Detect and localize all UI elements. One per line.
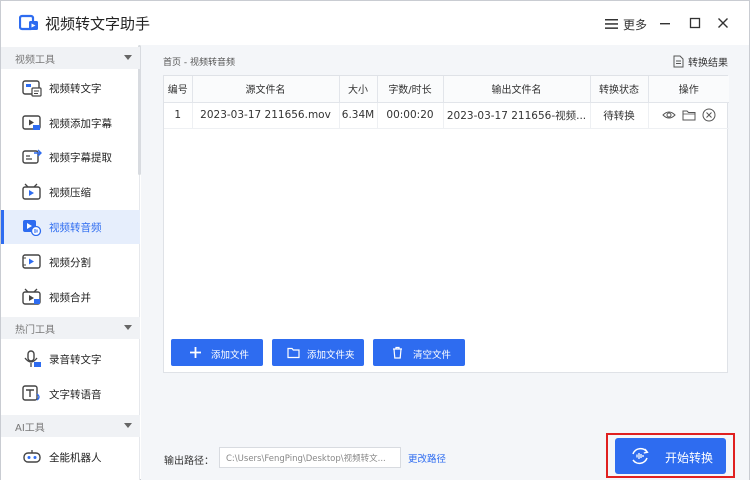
cell-duration: 00:00:20	[377, 102, 444, 129]
sidebar-item-label: 视频分割	[49, 257, 91, 269]
sidebar-item-label: 视频合并	[49, 292, 91, 304]
app-window: 视频转文字助手 更多 视频工具 视频转文字 视频添加字幕 视频字幕提取 视频压缩…	[0, 0, 750, 480]
section-label: 热门工具	[15, 324, 55, 336]
minimize-icon	[660, 23, 670, 25]
column-header-size: 大小	[339, 76, 378, 103]
sidebar-section-ai-tools[interactable]: AI工具	[1, 415, 140, 437]
close-icon	[718, 18, 728, 28]
remove-circle-x-icon[interactable]	[702, 108, 716, 122]
video-subtitle-icon	[22, 115, 41, 130]
more-menu-label: 更多	[623, 17, 648, 32]
start-conversion-button[interactable]: 开始转换	[615, 438, 726, 474]
sidebar-item-merge-video[interactable]: 视频合并	[1, 280, 140, 314]
column-header-actions: 操作	[648, 76, 729, 103]
column-header-index: 编号	[164, 76, 193, 103]
sidebar-item-label: 全能机器人	[49, 452, 102, 464]
video-text-icon	[22, 80, 42, 97]
column-header-source-name: 源文件名	[192, 76, 340, 103]
cell-index: 1	[164, 102, 193, 129]
output-path-input[interactable]	[219, 447, 401, 468]
section-label: 视频工具	[15, 54, 55, 66]
plus-icon	[190, 347, 201, 358]
table-header-row: 编号 源文件名 大小 字数/时长 输出文件名 转换状态 操作	[164, 76, 729, 103]
clear-files-label: 清空文件	[413, 350, 452, 361]
maximize-button[interactable]	[685, 13, 705, 33]
more-menu-button[interactable]: 更多	[605, 15, 647, 33]
chevron-down-icon	[124, 423, 132, 428]
sidebar-item-split-video[interactable]: 视频分割	[1, 245, 140, 279]
add-file-button[interactable]: 添加文件	[171, 339, 263, 366]
column-header-duration: 字数/时长	[377, 76, 444, 103]
cell-actions	[648, 102, 730, 129]
preview-eye-icon[interactable]	[662, 108, 676, 122]
video-compress-icon	[22, 183, 41, 200]
start-conversion-label: 开始转换	[665, 451, 714, 465]
subtitle-extract-icon	[22, 149, 42, 164]
add-folder-label: 添加文件夹	[307, 350, 355, 361]
cell-status: 待转换	[590, 102, 649, 129]
cell-size: 6.34M	[339, 102, 378, 129]
title-bar: 视频转文字助手 更多	[1, 1, 749, 45]
sidebar-item-label: 文字转语音	[49, 389, 102, 401]
cell-output-name: 2023-03-17 211656-视频...	[443, 102, 591, 129]
convert-waveform-icon	[632, 448, 649, 464]
microphone-icon	[24, 350, 41, 367]
app-title: 视频转文字助手	[45, 15, 151, 33]
sidebar-item-label: 视频转文字	[49, 83, 102, 95]
open-folder-icon[interactable]	[682, 108, 696, 122]
sidebar-item-label: 视频转音频	[49, 222, 102, 234]
sidebar-item-add-subtitles[interactable]: 视频添加字幕	[1, 106, 140, 140]
folder-icon	[287, 347, 300, 359]
minimize-button[interactable]	[655, 13, 675, 33]
cell-source-name: 2023-03-17 211656.mov	[192, 102, 340, 129]
app-logo-icon	[19, 14, 38, 31]
robot-icon	[23, 450, 41, 463]
sidebar-item-video-to-audio[interactable]: 视频转音频	[1, 210, 140, 244]
breadcrumb: 首页 - 视频转音频	[163, 58, 235, 68]
sidebar-item-label: 视频字幕提取	[49, 152, 112, 164]
maximize-icon	[689, 17, 701, 29]
add-file-label: 添加文件	[211, 350, 250, 361]
text-speech-icon	[22, 385, 40, 401]
sidebar-item-extract-subtitles[interactable]: 视频字幕提取	[1, 140, 140, 174]
column-header-status: 转换状态	[590, 76, 649, 103]
sidebar-item-label: 视频添加字幕	[49, 118, 112, 130]
row-actions	[649, 108, 730, 122]
sidebar-section-hot-tools[interactable]: 热门工具	[1, 317, 140, 339]
file-table-panel: 编号 源文件名 大小 字数/时长 输出文件名 转换状态 操作 1 2023-03…	[163, 75, 729, 373]
table-row[interactable]: 1 2023-03-17 211656.mov 6.34M 00:00:20 2…	[164, 102, 730, 129]
conversion-results-label: 转换结果	[688, 57, 728, 69]
sidebar-item-ai-robot[interactable]: 全能机器人	[1, 440, 140, 474]
sidebar-item-audio-to-text[interactable]: 录音转文字	[1, 342, 140, 376]
document-icon	[673, 55, 684, 67]
sidebar-item-label: 视频压缩	[49, 187, 91, 199]
sidebar-item-video-to-text[interactable]: 视频转文字	[1, 71, 140, 105]
change-path-link[interactable]: 更改路径	[408, 451, 446, 465]
menu-icon	[605, 19, 618, 29]
video-merge-icon	[22, 288, 41, 305]
add-folder-button[interactable]: 添加文件夹	[272, 339, 364, 366]
sidebar-section-video-tools[interactable]: 视频工具	[1, 47, 140, 69]
video-split-icon	[22, 254, 41, 269]
sidebar-item-text-to-speech[interactable]: 文字转语音	[1, 377, 140, 411]
chevron-down-icon	[124, 325, 132, 330]
chevron-down-icon	[124, 55, 132, 60]
clear-files-button[interactable]: 清空文件	[373, 339, 465, 366]
video-audio-icon	[23, 220, 42, 236]
sidebar-item-compress-video[interactable]: 视频压缩	[1, 175, 140, 209]
file-table: 编号 源文件名 大小 字数/时长 输出文件名 转换状态 操作 1 2023-03…	[164, 76, 729, 129]
sidebar-item-label: 录音转文字	[49, 354, 102, 366]
close-button[interactable]	[713, 13, 733, 33]
section-label: AI工具	[15, 422, 45, 434]
column-header-output-name: 输出文件名	[443, 76, 591, 103]
trash-icon	[393, 346, 402, 359]
conversion-results-button[interactable]: 转换结果	[673, 54, 728, 69]
output-path-label: 输出路径：	[164, 456, 214, 467]
